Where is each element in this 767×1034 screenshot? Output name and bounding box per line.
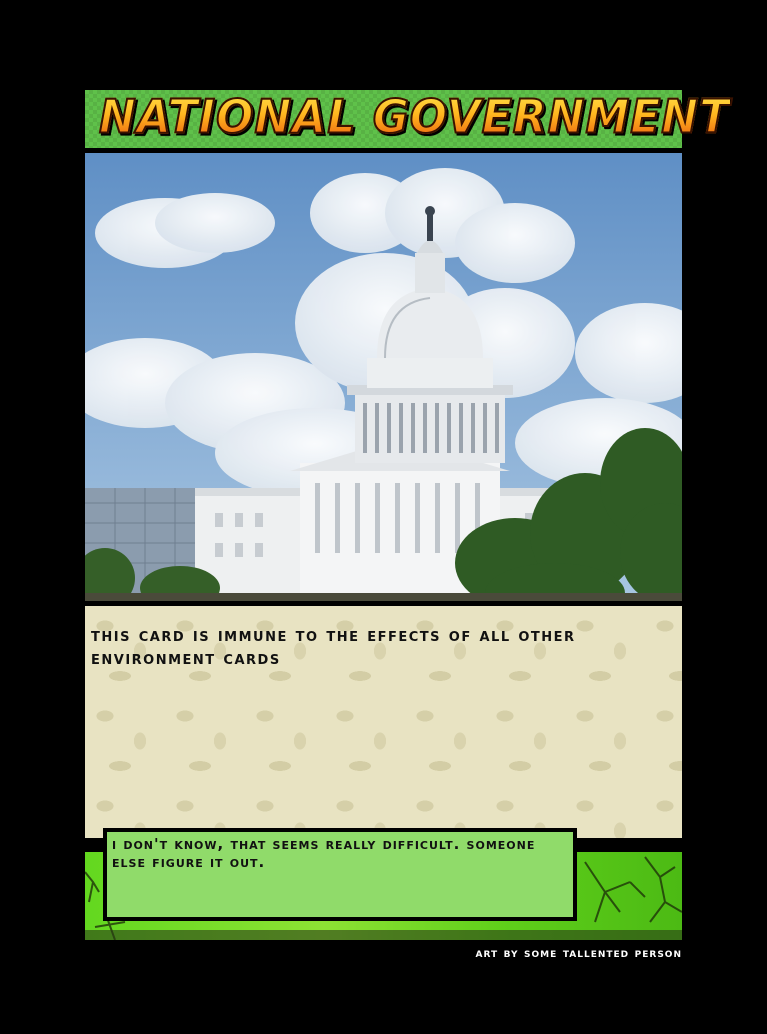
flavor-text: I don't know, that seems really difficul…: [112, 835, 536, 871]
card-artwork: [85, 153, 682, 601]
card: National Government: [85, 90, 730, 940]
rules-text: This card is immune to the effects of al…: [91, 625, 576, 669]
title-bar: National Government: [85, 90, 730, 148]
rules-text-box: This card is immune to the effects of al…: [85, 606, 682, 838]
art-credit: Art by some tallented person: [475, 946, 682, 961]
flavor-text-box: I don't know, that seems really difficul…: [103, 828, 577, 921]
card-title: National Government: [98, 90, 731, 146]
flavor-zone: I don't know, that seems really difficul…: [85, 828, 682, 940]
